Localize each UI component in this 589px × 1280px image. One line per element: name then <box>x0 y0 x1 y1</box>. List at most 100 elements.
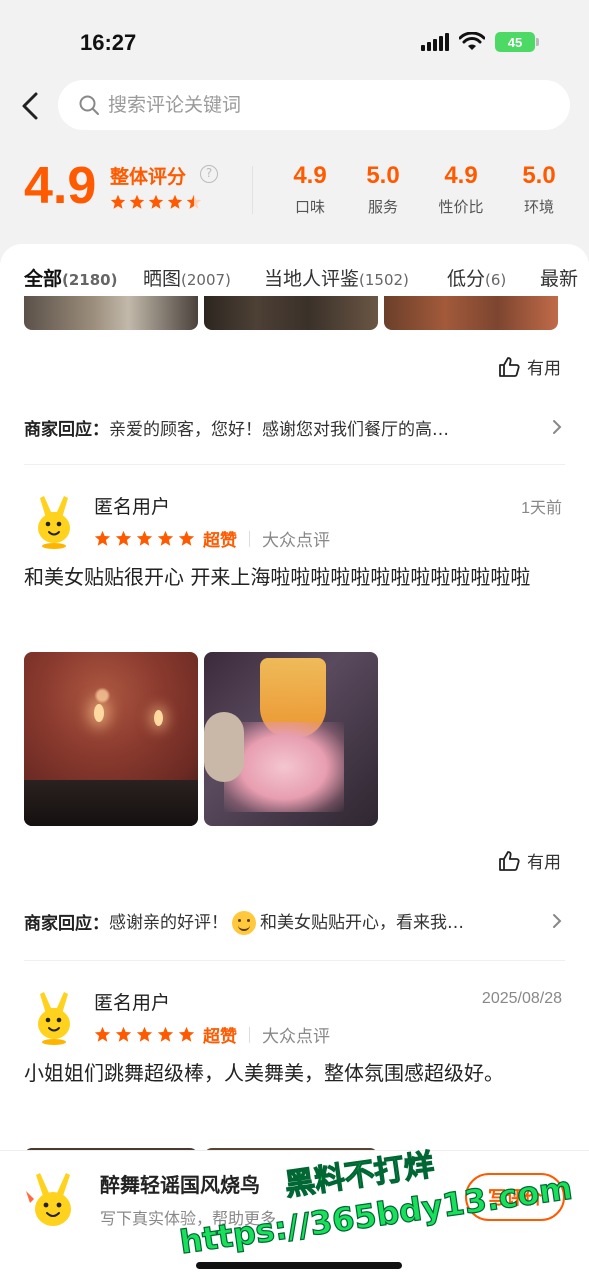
divider <box>24 960 565 961</box>
thumbs-up-icon <box>499 356 520 377</box>
star-icon <box>110 194 126 209</box>
sub-score-value: 5.0 <box>522 162 556 189</box>
divider <box>249 1026 250 1043</box>
overall-score-label: 整体评分 <box>110 166 187 188</box>
chevron-right-icon <box>553 914 562 928</box>
hand <box>204 712 244 782</box>
sub-score-value: 4.9 <box>444 162 478 189</box>
review-rating: 超赞 大众点评 <box>94 526 330 551</box>
star-icon <box>136 1026 153 1042</box>
tab-label: 低分 <box>447 268 486 290</box>
review-text[interactable]: 小姐姐们跳舞超级棒，人美舞美，整体氛围感超级好。 <box>24 1054 564 1092</box>
sub-score-value: 4.9 <box>293 162 327 189</box>
sub-score-environment: 5.0 环境 <box>504 162 574 217</box>
useful-button[interactable]: 有用 <box>497 354 561 379</box>
star-icon <box>178 1026 195 1042</box>
review-rating: 超赞 大众点评 <box>94 1022 330 1047</box>
score-divider <box>252 166 253 214</box>
star-icon <box>148 194 164 209</box>
previous-review-photos <box>24 296 558 332</box>
review-user-name[interactable]: 匿名用户 <box>94 988 170 1015</box>
merchant-reply[interactable]: 商家回应： 感谢亲的好评！ 和美女贴贴开心，看来我… <box>24 906 564 936</box>
tab-label: 最新 <box>540 268 579 290</box>
review-user-name[interactable]: 匿名用户 <box>94 492 170 519</box>
search-input[interactable] <box>108 94 508 116</box>
merchant-reply-text: 亲爱的顾客，您好！感谢您对我们餐厅的高… <box>109 419 449 440</box>
tab-count: (2007) <box>181 271 231 289</box>
review-photo[interactable] <box>384 296 558 330</box>
tab-label: 当地人评鉴 <box>264 268 360 290</box>
sub-score-label: 性价比 <box>438 198 484 216</box>
search-icon <box>79 95 99 115</box>
battery-icon: 45 <box>495 32 539 52</box>
search-box[interactable] <box>58 80 570 130</box>
tab-count: (1502) <box>359 271 409 289</box>
chevron-right-icon <box>553 420 562 434</box>
star-icon <box>115 530 132 546</box>
review-text[interactable]: 和美女贴贴很开心 开来上海啦啦啦啦啦啦啦啦啦啦啦啦啦 <box>24 558 564 596</box>
star-icon <box>129 194 145 209</box>
star-icon <box>94 530 111 546</box>
smile-emoji-icon <box>232 910 256 935</box>
review-date: 1天前 <box>521 500 562 517</box>
merchant-reply-label: 商家回应： <box>24 913 109 934</box>
sub-score-label: 服务 <box>367 198 398 216</box>
status-time: 16:27 <box>80 30 137 55</box>
status-bar: 16:27 45 <box>0 0 589 80</box>
sub-score-label: 环境 <box>523 198 554 216</box>
star-icon <box>167 194 183 209</box>
tab-low-score[interactable]: 低分(6) <box>447 264 506 291</box>
wifi-icon <box>459 32 485 50</box>
status-icons: 45 <box>421 32 539 52</box>
overall-stars <box>110 194 202 210</box>
useful-label: 有用 <box>527 853 561 873</box>
help-icon[interactable]: ? <box>200 165 218 183</box>
thumbs-up-icon <box>499 850 520 871</box>
back-arrow-icon[interactable] <box>16 90 44 122</box>
review-photo[interactable] <box>204 652 378 826</box>
sub-score-taste: 4.9 口味 <box>275 162 345 217</box>
review-date: 2025/08/28 <box>481 990 562 1007</box>
praise-badge: 超赞 <box>203 531 237 551</box>
star-icon <box>157 1026 174 1042</box>
merchant-reply[interactable]: 商家回应： 亲爱的顾客，您好！感谢您对我们餐厅的高… <box>24 412 564 442</box>
reply-text-part: 感谢亲的好评！ <box>109 912 228 933</box>
review-source: 大众点评 <box>262 531 330 551</box>
review-list-panel: 全部(2180) 晒图(2007) 当地人评鉴(1502) 低分(6) 最新 有… <box>0 244 589 1280</box>
battery-level: 45 <box>507 34 523 50</box>
reply-text-part: 和美女贴贴开心，看来我… <box>260 912 464 933</box>
tab-count: (6) <box>485 271 507 289</box>
lamp-light <box>154 710 163 726</box>
tab-all[interactable]: 全部(2180) <box>24 264 117 291</box>
review-photo[interactable] <box>24 652 198 826</box>
home-indicator[interactable] <box>196 1262 402 1269</box>
merchant-reply-text: 感谢亲的好评！ 和美女贴贴开心，看来我… <box>109 908 542 935</box>
tab-count: (2180) <box>62 271 118 289</box>
star-icon <box>136 530 153 546</box>
useful-label: 有用 <box>527 359 561 379</box>
tab-label: 晒图 <box>143 268 182 290</box>
rating-summary: 4.9 整体评分 ? 4.9 口味 5.0 服务 4.9 性价比 5.0 环境 <box>0 150 589 230</box>
star-icon <box>115 1026 132 1042</box>
overall-score: 4.9 <box>24 157 97 215</box>
tab-local-reviews[interactable]: 当地人评鉴(1502) <box>264 264 409 291</box>
review-source: 大众点评 <box>262 1027 330 1047</box>
star-icon <box>157 530 174 546</box>
review-photo[interactable] <box>24 296 198 330</box>
tables-shadow <box>24 780 198 826</box>
divider <box>24 464 565 465</box>
sub-score-label: 口味 <box>294 198 325 216</box>
shop-mascot-icon <box>26 1173 71 1226</box>
sub-score-value: 5.0 <box>366 162 400 189</box>
search-row <box>0 78 589 134</box>
avatar[interactable] <box>24 490 84 550</box>
cellular-signal-icon <box>421 33 449 51</box>
avatar[interactable] <box>24 986 84 1046</box>
tab-photos[interactable]: 晒图(2007) <box>143 264 231 291</box>
divider <box>249 530 250 547</box>
review-photo[interactable] <box>204 296 378 330</box>
useful-button[interactable]: 有用 <box>497 848 561 873</box>
tab-latest[interactable]: 最新 <box>540 264 578 291</box>
shop-name: 醉舞轻谣国风烧鸟 <box>100 1173 260 1197</box>
merchant-reply-label: 商家回应： <box>24 419 109 440</box>
